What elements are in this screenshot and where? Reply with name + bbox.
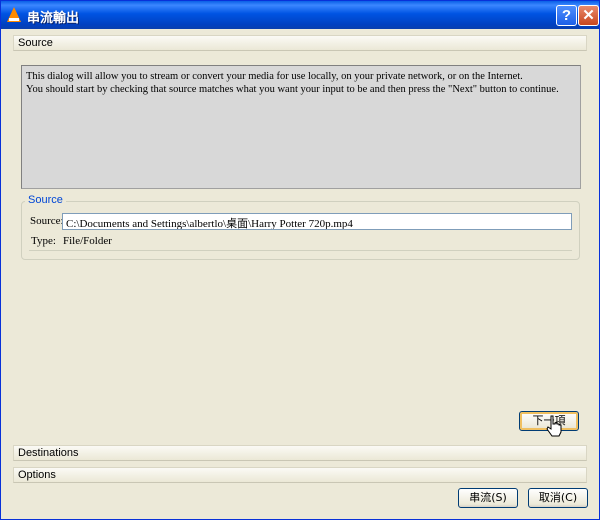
title-bar[interactable]: 串流輸出 ? ✕	[1, 1, 599, 29]
source-path-field[interactable]: C:\Documents and Settings\albertlo\桌面\Ha…	[62, 213, 572, 230]
intro-line-2: You should start by checking that source…	[26, 84, 559, 95]
vlc-cone-icon	[7, 7, 21, 22]
help-button[interactable]: ?	[556, 5, 577, 26]
source-group-title: Source	[25, 194, 66, 206]
intro-line-1: This dialog will allow you to stream or …	[26, 71, 523, 82]
stream-output-dialog: 串流輸出 ? ✕ Source This dialog will allow y…	[0, 0, 600, 520]
options-panel-header[interactable]: Options	[13, 467, 587, 483]
cancel-button[interactable]: 取消(C)	[528, 488, 588, 508]
stream-button[interactable]: 串流(S)	[458, 488, 518, 508]
source-label: Source:	[30, 215, 64, 227]
intro-text-box: This dialog will allow you to stream or …	[21, 65, 581, 189]
destinations-panel-header[interactable]: Destinations	[13, 445, 587, 461]
window-title: 串流輸出	[27, 11, 80, 26]
type-value: File/Folder	[63, 235, 112, 247]
source-panel-header[interactable]: Source	[13, 35, 587, 51]
hand-cursor-icon	[546, 415, 562, 437]
source-groupbox	[21, 201, 580, 260]
close-button[interactable]: ✕	[578, 5, 599, 26]
group-separator	[29, 250, 572, 251]
type-label: Type:	[31, 235, 56, 247]
